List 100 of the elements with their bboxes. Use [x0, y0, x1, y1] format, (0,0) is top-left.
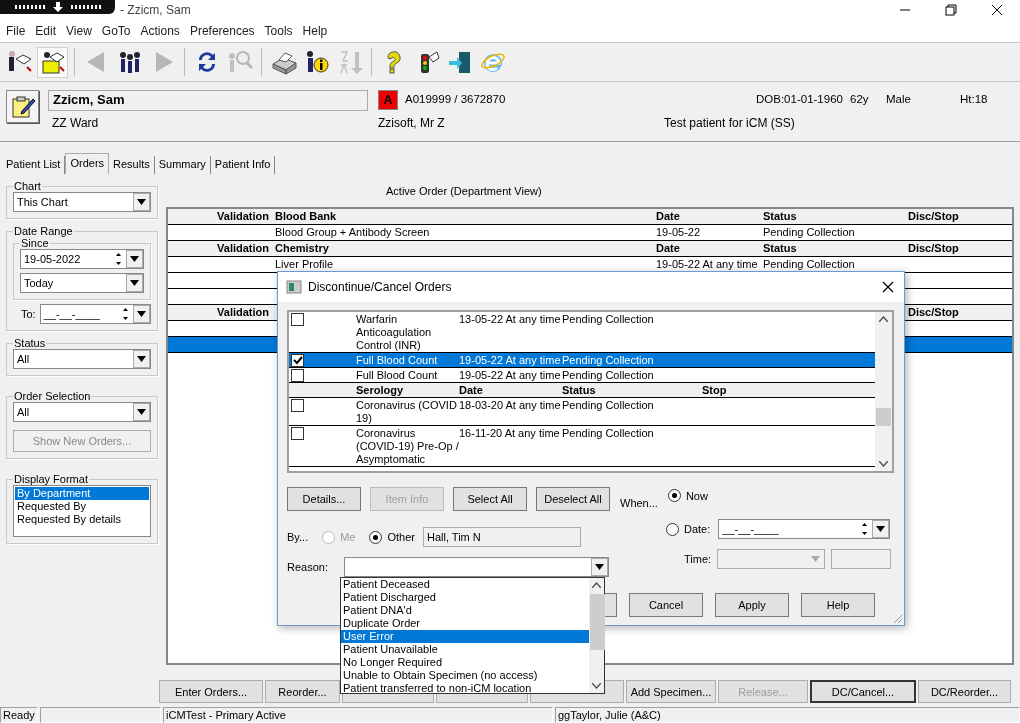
list-item[interactable]: User Error	[341, 630, 589, 643]
menu-item[interactable]: View	[61, 24, 97, 38]
list-item[interactable]: Patient Deceased	[341, 578, 589, 591]
table-cell-text: Liver Profile	[274, 257, 335, 272]
radio-button[interactable]: Date:	[666, 522, 711, 536]
scrollbar[interactable]	[875, 312, 892, 471]
dropdown-arrow-icon[interactable]	[130, 280, 139, 286]
order-selection-dropdown[interactable]: All	[13, 402, 151, 422]
column-header: Date	[656, 241, 681, 256]
checkbox[interactable]	[291, 399, 304, 412]
ward-name: ZZ Ward	[51, 115, 99, 132]
scrollbar[interactable]	[589, 578, 604, 693]
list-item[interactable]: Requested By details	[15, 513, 149, 526]
time-field[interactable]	[831, 549, 892, 569]
since-preset-dropdown[interactable]: Today	[20, 273, 144, 293]
scroll-up-icon[interactable]	[592, 582, 601, 588]
since-date-field[interactable]: 19-05-2022	[20, 249, 144, 269]
system-status: iCMTest - Primary Active	[163, 707, 553, 723]
close-icon[interactable]	[882, 281, 894, 293]
tab[interactable]: Patient Info	[210, 156, 276, 174]
checkbox[interactable]	[291, 369, 304, 382]
menu-item[interactable]: Tools	[259, 24, 298, 38]
dropdown-arrow-icon[interactable]	[595, 564, 604, 570]
list-item[interactable]: Patient Unavailable	[341, 643, 589, 656]
list-row[interactable]: Coronavirus (COVID-19) Pre-Op / Asymptomatic 16-11-20 At any time Pending Collection	[289, 426, 875, 467]
menu-item[interactable]: Help	[297, 24, 333, 38]
action-button[interactable]: DC/Reorder...	[918, 680, 1011, 703]
list-item[interactable]: Unable to Obtain Specimen (no access)	[341, 669, 589, 682]
dropdown-arrow-icon[interactable]	[876, 526, 886, 532]
resize-grip-icon[interactable]	[892, 613, 902, 623]
menu-item[interactable]: Actions	[135, 24, 185, 38]
table-cell-text: 16-11-20 At any time	[459, 427, 561, 441]
dialog-button[interactable]: Help	[801, 593, 875, 617]
column-header: Stop	[702, 384, 728, 397]
table-cell-text: Blood Group + Antibody Screen	[274, 225, 431, 240]
menu-item[interactable]: Preferences	[184, 24, 260, 38]
toolbar-button[interactable]	[37, 46, 68, 78]
group-label: Date Range	[13, 225, 74, 237]
display-format-list[interactable]: By Department Requested By Requested By details	[13, 485, 151, 537]
by-label: By...	[287, 531, 309, 543]
dialog-button[interactable]: Select All	[453, 487, 527, 511]
list-item[interactable]: Patient transferred to non-iCM location	[341, 682, 589, 695]
dialog-button[interactable]: Deselect All	[536, 487, 610, 511]
table-cell-text: Pending Collection	[562, 369, 655, 382]
tab[interactable]: Results	[109, 156, 155, 174]
edit-note-button[interactable]	[6, 90, 39, 123]
user-status: ggTaylor, Julie (A&C)	[555, 707, 1020, 723]
column-header: Validation	[216, 209, 269, 224]
list-item[interactable]: Requested By	[15, 500, 149, 513]
menu-item[interactable]: File	[1, 24, 31, 38]
radio-button[interactable]: Now	[667, 489, 708, 502]
list-item[interactable]: Patient Discharged	[341, 591, 589, 604]
group-label: Display Format	[13, 473, 89, 485]
checkbox[interactable]	[291, 313, 304, 326]
dialog-button[interactable]: Cancel	[629, 593, 703, 617]
scroll-down-icon[interactable]	[592, 683, 601, 689]
requester-field[interactable]: Hall, Tim N	[423, 527, 581, 547]
radio-button[interactable]: Other	[369, 530, 415, 544]
radio-icon	[322, 530, 336, 544]
checkbox[interactable]	[291, 354, 304, 367]
scroll-down-icon[interactable]	[879, 461, 888, 467]
action-button[interactable]: Enter Orders...	[159, 680, 263, 703]
dialog-button[interactable]: Apply	[715, 593, 789, 617]
menu-item[interactable]: GoTo	[96, 24, 136, 38]
column-header: Date	[459, 384, 484, 397]
table-cell-text: Coronavirus (COVID 19)	[356, 399, 458, 425]
tab[interactable]: Orders	[65, 153, 110, 174]
scroll-thumb[interactable]	[876, 408, 891, 426]
to-date-field[interactable]: __-__-____	[39, 304, 151, 324]
list-row[interactable]: Full Blood Count 19-05-22 At any time Pending Collection	[289, 353, 875, 368]
action-button[interactable]: Add Specimen...	[626, 680, 716, 703]
dialog-button[interactable]: Details...	[287, 487, 361, 511]
list-row[interactable]: Coronavirus (COVID 19) 18-03-20 At any time Pending Collection	[289, 398, 875, 426]
group-label: Status	[13, 337, 47, 349]
list-item[interactable]: By Department	[15, 487, 149, 500]
dropdown-arrow-icon[interactable]	[137, 199, 146, 205]
scroll-up-icon[interactable]	[879, 316, 888, 322]
date-field[interactable]: __-__-____	[718, 519, 891, 539]
menu-item[interactable]: Edit	[30, 24, 62, 38]
scroll-thumb[interactable]	[590, 594, 605, 650]
connection-bar[interactable]	[0, 0, 115, 14]
status-dropdown[interactable]: All	[13, 349, 151, 369]
dropdown-arrow-icon[interactable]	[137, 311, 146, 317]
column-header: Status	[763, 209, 798, 224]
dropdown-arrow-icon[interactable]	[130, 256, 139, 262]
list-item[interactable]: Patient DNA'd	[341, 604, 589, 617]
window-icon	[286, 280, 302, 294]
column-header: Disc/Stop	[908, 241, 960, 256]
chart-dropdown[interactable]: This Chart	[13, 192, 151, 212]
action-button[interactable]: DC/Cancel...	[810, 680, 916, 703]
checkbox[interactable]	[291, 427, 304, 440]
group-label: Chart	[13, 180, 42, 192]
patient-name-field: Zzicm, Sam	[48, 90, 368, 111]
dropdown-arrow-icon[interactable]	[137, 409, 146, 415]
dropdown-arrow-icon[interactable]	[137, 356, 146, 362]
action-button[interactable]: Reorder...	[265, 680, 340, 703]
tab[interactable]: Summary	[154, 156, 211, 174]
list-item[interactable]: Duplicate Order	[341, 617, 589, 630]
date-of-birth: DOB:01-01-1960	[756, 92, 843, 107]
list-item[interactable]: No Longer Required	[341, 656, 589, 669]
